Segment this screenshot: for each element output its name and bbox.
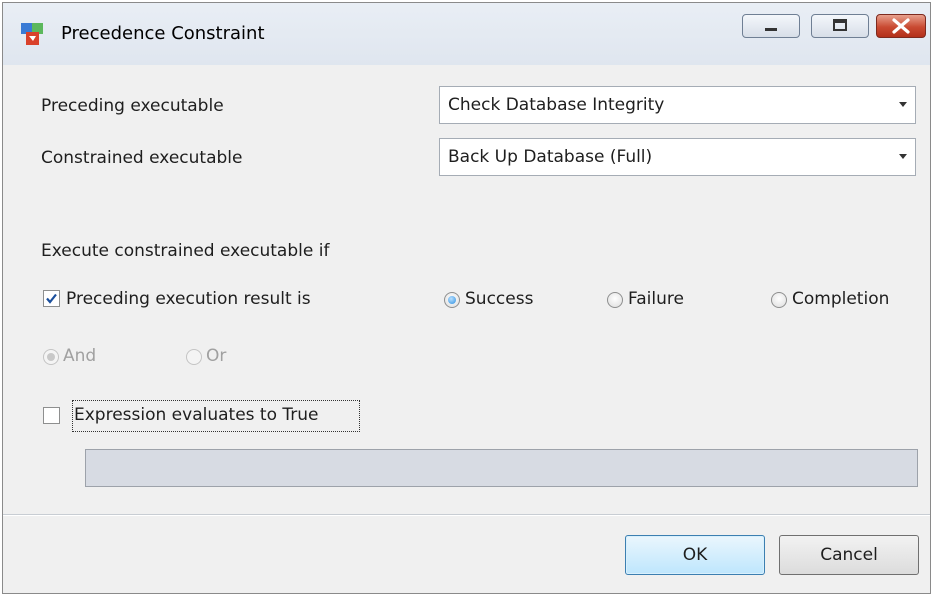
maximize-button[interactable] xyxy=(811,14,869,38)
or-radio[interactable] xyxy=(186,349,202,365)
preceding-executable-label: Preceding executable xyxy=(41,96,224,116)
result-checkbox[interactable] xyxy=(43,290,60,307)
constrained-executable-label: Constrained executable xyxy=(41,148,243,168)
and-radio-label[interactable]: And xyxy=(63,346,96,366)
failure-radio[interactable] xyxy=(607,292,623,308)
completion-radio-label[interactable]: Completion xyxy=(792,289,889,309)
ok-button[interactable]: OK xyxy=(625,535,765,575)
completion-radio[interactable] xyxy=(771,292,787,308)
chevron-down-icon xyxy=(899,102,907,107)
constrained-executable-dropdown[interactable]: Back Up Database (Full) xyxy=(439,138,916,176)
minimize-button[interactable] xyxy=(742,14,800,38)
dialog-window: Precedence Constraint Preceding executab… xyxy=(2,2,931,594)
close-icon xyxy=(892,18,910,34)
constrained-executable-value: Back Up Database (Full) xyxy=(448,147,653,167)
expression-input[interactable] xyxy=(85,449,918,487)
success-radio-label[interactable]: Success xyxy=(465,289,533,309)
expression-checkbox-label[interactable]: Expression evaluates to True xyxy=(74,405,319,425)
section-label: Execute constrained executable if xyxy=(41,241,330,261)
minimize-icon xyxy=(765,28,777,31)
precedence-constraint-icon xyxy=(21,23,43,45)
checkmark-icon xyxy=(46,293,57,304)
or-radio-label[interactable]: Or xyxy=(206,346,226,366)
failure-radio-label[interactable]: Failure xyxy=(628,289,684,309)
cancel-button[interactable]: Cancel xyxy=(779,535,919,575)
result-checkbox-label[interactable]: Preceding execution result is xyxy=(66,289,311,309)
and-radio[interactable] xyxy=(43,349,59,365)
preceding-executable-value: Check Database Integrity xyxy=(448,95,665,115)
close-button[interactable] xyxy=(876,14,926,38)
chevron-down-icon xyxy=(899,154,907,159)
maximize-icon xyxy=(833,19,847,31)
preceding-executable-dropdown[interactable]: Check Database Integrity xyxy=(439,86,916,124)
title-bar[interactable]: Precedence Constraint xyxy=(3,3,930,65)
window-title: Precedence Constraint xyxy=(61,23,265,44)
expression-checkbox[interactable] xyxy=(43,407,60,424)
footer-divider-highlight xyxy=(3,515,930,516)
success-radio[interactable] xyxy=(444,292,460,308)
